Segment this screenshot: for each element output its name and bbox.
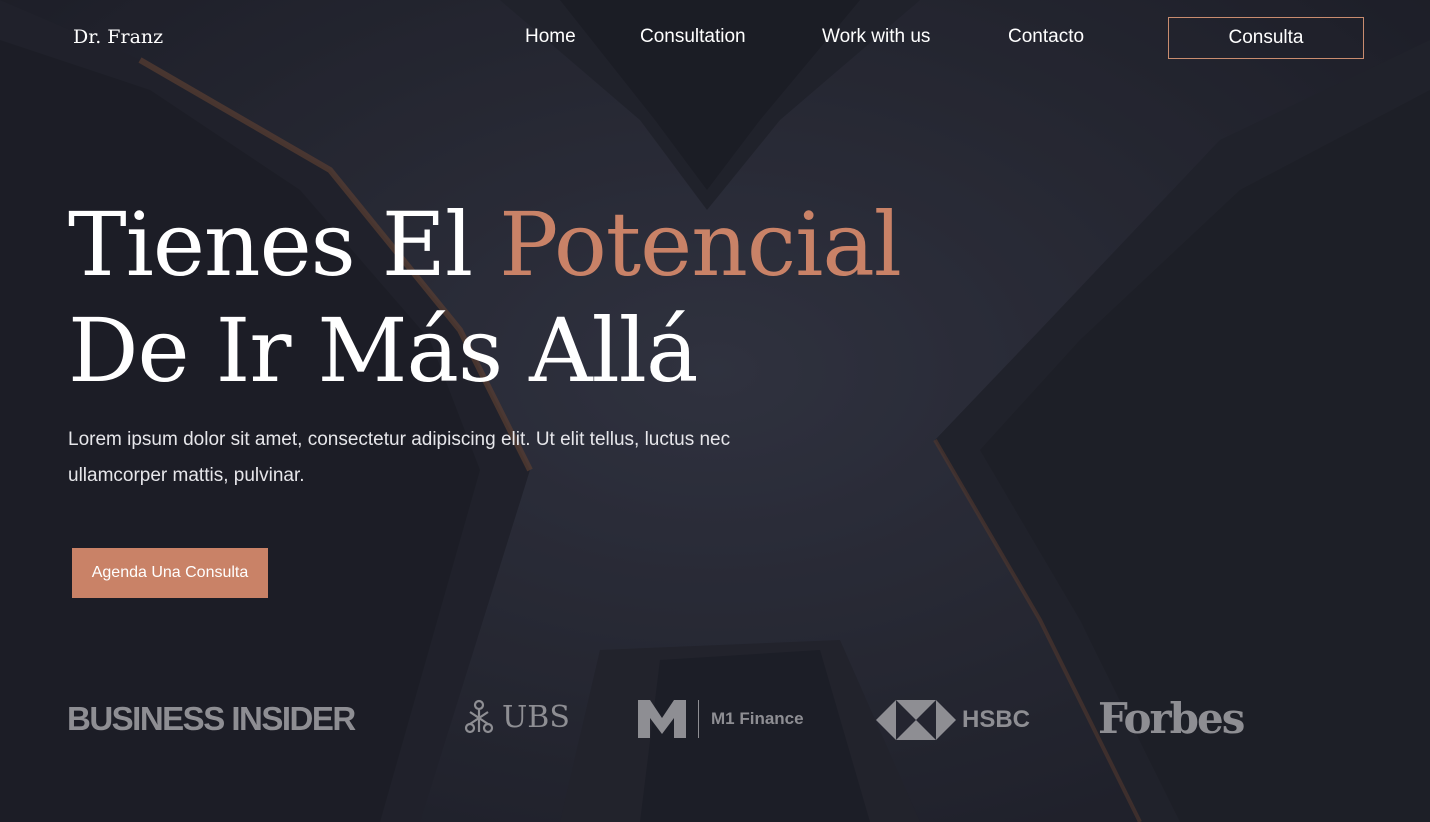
hsbc-text: HSBC [962, 706, 1031, 733]
consulta-button[interactable]: Consulta [1168, 17, 1364, 59]
nav-contacto[interactable]: Contacto [1008, 26, 1084, 48]
hero-subtitle: Lorem ipsum dolor sit amet, consectetur … [68, 429, 731, 486]
ubs-keys-icon [464, 699, 494, 734]
nav-home[interactable]: Home [525, 26, 576, 48]
m1-finance-text: M1 Finance [711, 709, 804, 728]
hero-title-part1: Tienes El [68, 193, 500, 296]
agenda-consulta-button[interactable]: Agenda Una Consulta [72, 548, 268, 598]
ubs-logo: UBS [462, 698, 570, 736]
brand-logos: BUSINESS INSIDER UBS M1 Finance HSBC For… [0, 690, 1430, 750]
hero-title: Tienes El Potencial De Ir Más Allá [68, 192, 902, 404]
hsbc-hexagon-icon [876, 700, 956, 740]
m1-divider [698, 700, 699, 738]
hsbc-logo: HSBC [876, 700, 1030, 740]
hero-title-accent: Potencial [499, 193, 902, 296]
nav-work-with-us[interactable]: Work with us [822, 26, 930, 48]
m1-icon [638, 700, 686, 738]
m1-finance-logo: M1 Finance [638, 700, 804, 738]
nav-consultation[interactable]: Consultation [640, 26, 746, 48]
forbes-logo: Forbes [1098, 694, 1245, 743]
ubs-text: UBS [502, 699, 570, 735]
hero-title-line2: De Ir Más Allá [68, 299, 698, 402]
business-insider-logo: BUSINESS INSIDER [67, 700, 356, 737]
